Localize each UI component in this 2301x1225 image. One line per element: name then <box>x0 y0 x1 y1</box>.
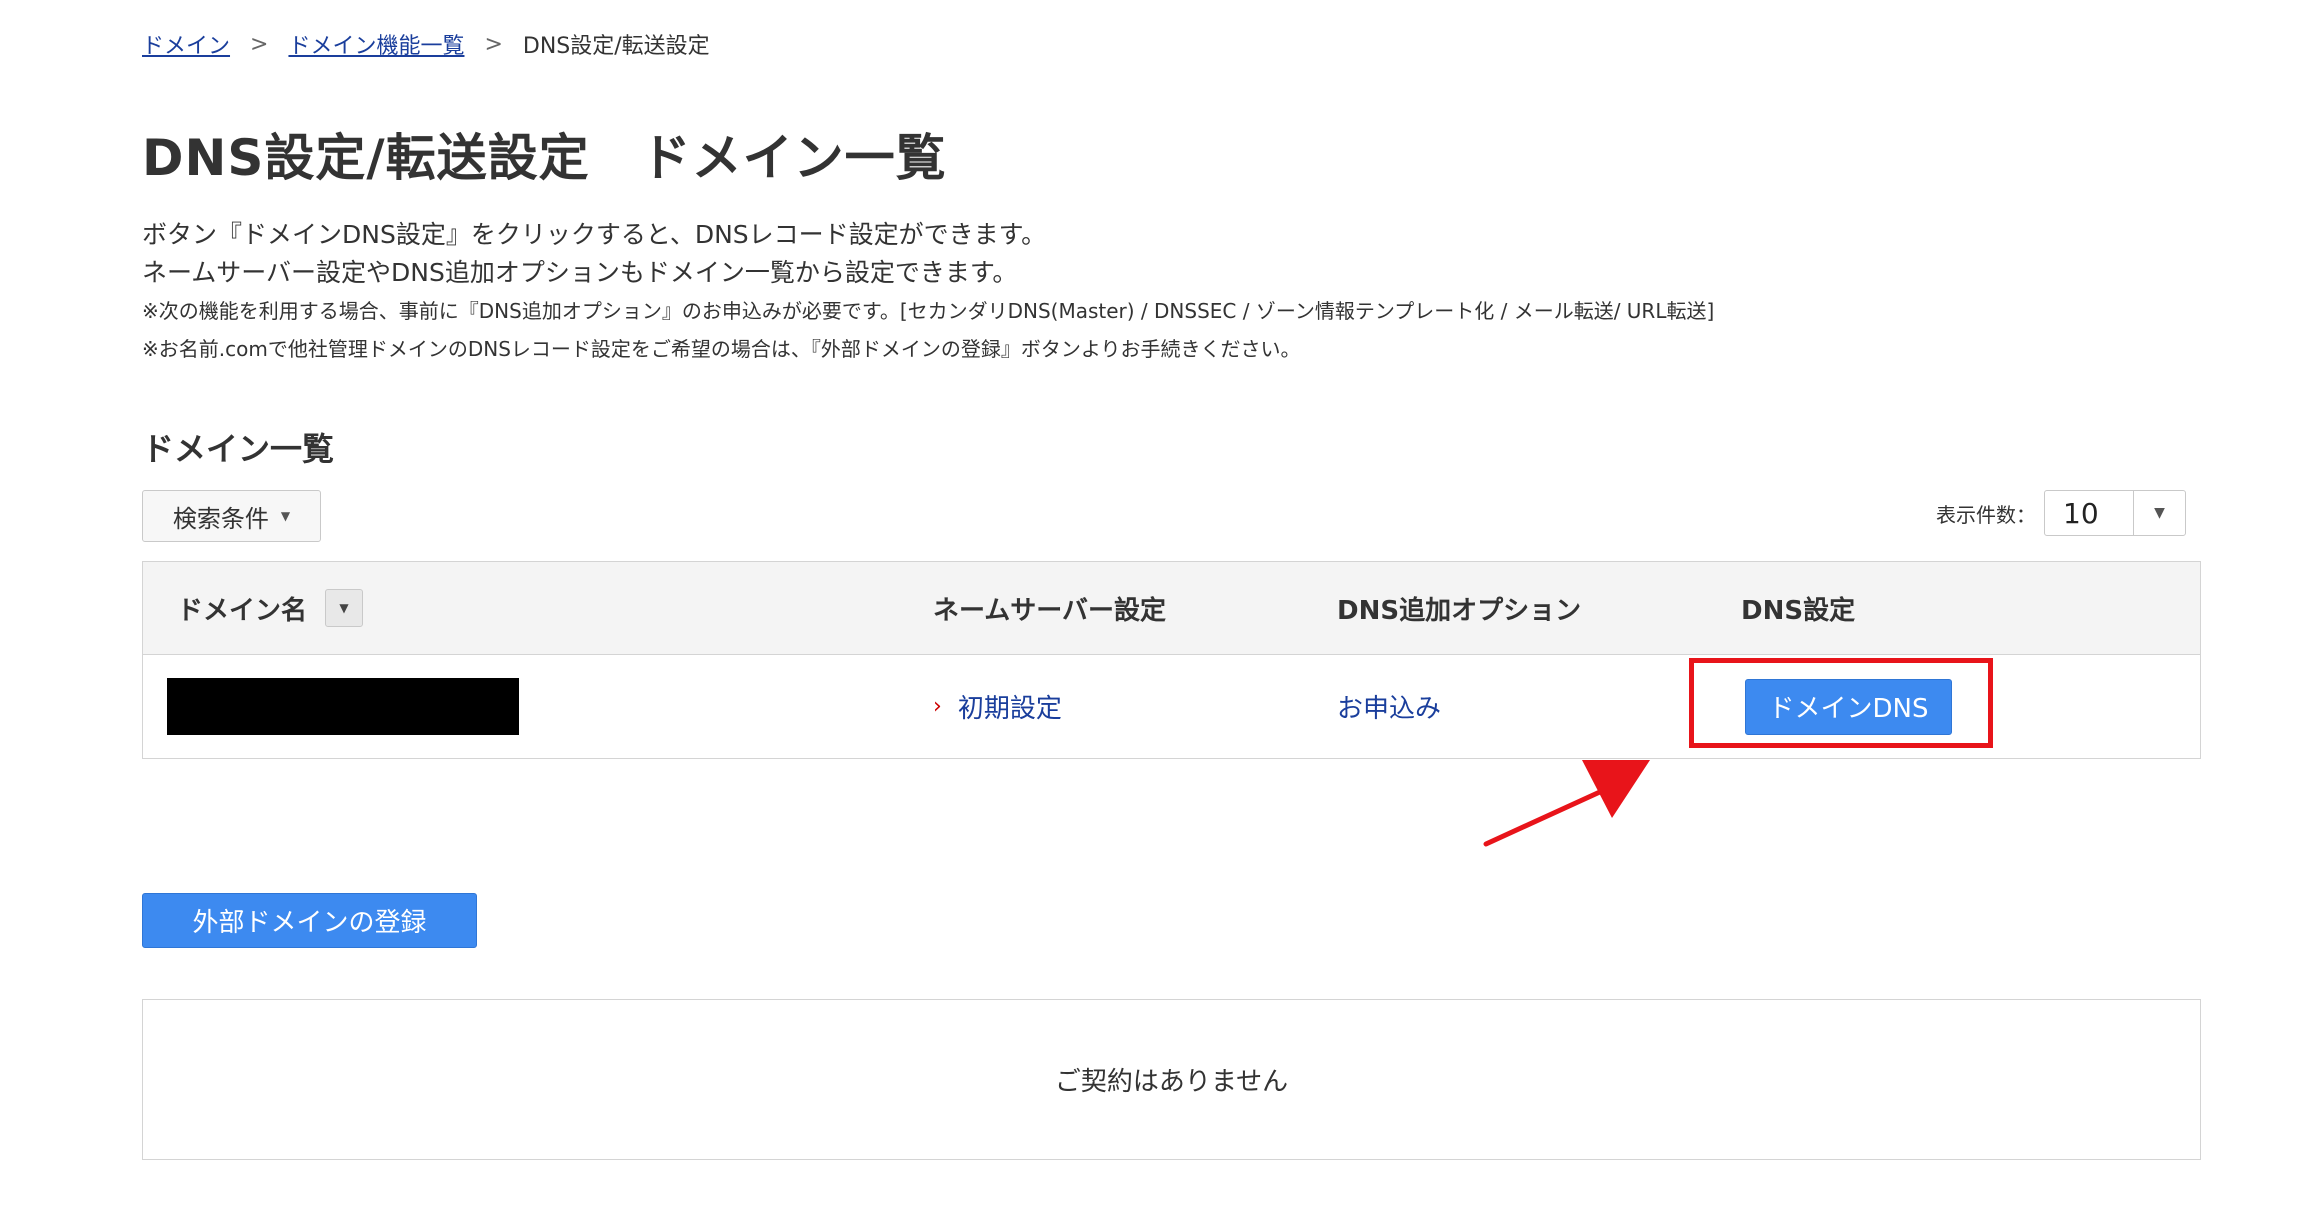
annotation-highlight-box <box>1689 658 1993 748</box>
nameserver-cell: › 初期設定 <box>933 688 1337 725</box>
intro-line-2: ネームサーバー設定やDNS追加オプションもドメイン一覧から設定できます。 <box>142 258 1018 287</box>
page: ドメイン > ドメイン機能一覧 > DNS設定/転送設定 DNS設定/転送設定 … <box>0 0 2301 1225</box>
nameserver-initial-label: 初期設定 <box>957 694 1062 724</box>
intro-note-2: ※お名前.comで他社管理ドメインのDNSレコード設定をご希望の場合は、『外部ド… <box>142 337 1301 361</box>
intro-note-1: ※次の機能を利用する場合、事前に『DNS追加オプション』のお申込みが必要です。[… <box>142 299 1715 323</box>
chevron-right-icon: > <box>484 31 503 57</box>
empty-message: ご契約はありません <box>1054 1067 1289 1097</box>
header-domain-name: ドメイン名 ▼ <box>143 589 933 627</box>
per-page-value: 10 <box>2063 496 2099 530</box>
per-page-control: 表示件数： 10 ▼ <box>1936 490 2186 536</box>
header-dns-settings: DNS設定 <box>1741 595 1856 626</box>
domain-name-cell <box>143 678 933 735</box>
per-page-label: 表示件数： <box>1936 502 2036 527</box>
table-header: ドメイン名 ▼ ネームサーバー設定 DNS追加オプション DNS設定 <box>143 562 2200 655</box>
intro-line-1: ボタン『ドメインDNS設定』をクリックすると、DNSレコード設定ができます。 <box>142 220 1047 249</box>
breadcrumb-link-domain[interactable]: ドメイン <box>142 28 230 60</box>
header-domain-name-label: ドメイン名 <box>177 595 308 626</box>
intro-text: ボタン『ドメインDNS設定』をクリックすると、DNSレコード設定ができます。 ネ… <box>142 216 1714 368</box>
search-conditions-label: 検索条件 <box>172 504 269 533</box>
caret-down-icon[interactable]: ▼ <box>2133 491 2185 535</box>
dns-option-cell: お申込み <box>1337 688 1741 725</box>
search-conditions-button[interactable]: 検索条件 ▼ <box>142 490 321 542</box>
breadcrumb-current: DNS設定/転送設定 <box>522 34 710 59</box>
page-title: DNS設定/転送設定 ドメイン一覧 <box>142 129 947 187</box>
redacted-domain-name <box>167 678 519 735</box>
annotation-arrow <box>1483 760 1650 847</box>
per-page-select[interactable]: 10 ▼ <box>2044 490 2186 536</box>
nameserver-initial-link[interactable]: › 初期設定 <box>933 688 1337 725</box>
caret-down-icon: ▼ <box>280 509 291 523</box>
breadcrumb-link-domain-functions[interactable]: ドメイン機能一覧 <box>288 28 464 60</box>
empty-contracts-box: ご契約はありません <box>142 999 2201 1160</box>
header-nameserver: ネームサーバー設定 <box>933 595 1166 626</box>
breadcrumb: ドメイン > ドメイン機能一覧 > DNS設定/転送設定 <box>142 28 710 60</box>
dns-option-apply-link[interactable]: お申込み <box>1337 694 1441 724</box>
sort-caret-icon[interactable]: ▼ <box>325 589 364 627</box>
chevron-right-icon: > <box>250 31 269 57</box>
header-dns-option: DNS追加オプション <box>1337 595 1582 626</box>
section-title: ドメイン一覧 <box>142 430 335 468</box>
register-external-domain-button[interactable]: 外部ドメインの登録 <box>142 893 477 948</box>
chevron-right-icon: › <box>933 694 942 719</box>
